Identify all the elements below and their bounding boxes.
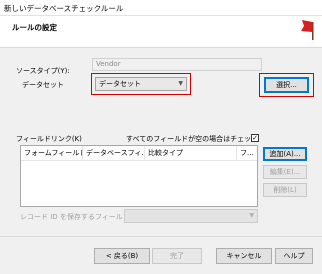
skip-empty-checkbox[interactable]: ✓ <box>251 134 259 142</box>
list-header: フォームフィールド データベースフィ... 比較タイプ フ... <box>21 146 257 161</box>
help-button[interactable]: ヘルプ <box>275 248 313 264</box>
back-button[interactable]: < 戻る(B) <box>94 248 150 264</box>
chevron-down-icon: ▼ <box>178 80 183 87</box>
dataset-select-value: データセット <box>99 80 141 88</box>
finish-button[interactable]: 完了 <box>152 248 202 264</box>
footer-divider <box>0 236 322 237</box>
field-links-list[interactable]: フォームフィールド データベースフィ... 比較タイプ フ... <box>20 145 258 207</box>
dataset-select[interactable]: データセット ▼ <box>95 77 187 91</box>
column-compare-type[interactable]: 比較タイプ <box>145 146 237 160</box>
field-links-label: フィールドリンク(K) <box>16 135 82 143</box>
column-extra[interactable]: フ... <box>237 146 259 160</box>
page-title: ルールの設定 <box>12 23 57 32</box>
record-id-label: レコード ID を保存するフィールド <box>20 213 130 221</box>
column-database-field[interactable]: データベースフィ... <box>83 146 145 160</box>
edit-button[interactable]: 編集(E)... <box>263 165 307 179</box>
add-button[interactable]: 追加(A)... <box>263 147 307 161</box>
chevron-down-icon: ▼ <box>249 212 254 219</box>
select-dataset-button[interactable]: 選択... <box>264 77 309 93</box>
source-type-label: ソースタイプ(Y): <box>16 67 70 75</box>
flag-icon <box>301 20 314 40</box>
cancel-button[interactable]: キャンセル <box>216 248 272 264</box>
record-id-select[interactable]: ▼ <box>124 209 258 223</box>
source-type-field: Vendor <box>92 58 262 71</box>
window-title: 新しいデータベースチェックルール <box>4 4 124 13</box>
empty-fields-check-label: すべてのフィールドが空の場合はチェックしない <box>126 135 252 143</box>
delete-button[interactable]: 削除(L) <box>263 183 307 197</box>
dataset-label: データセット <box>22 81 64 89</box>
column-form-field[interactable]: フォームフィールド <box>21 146 83 160</box>
